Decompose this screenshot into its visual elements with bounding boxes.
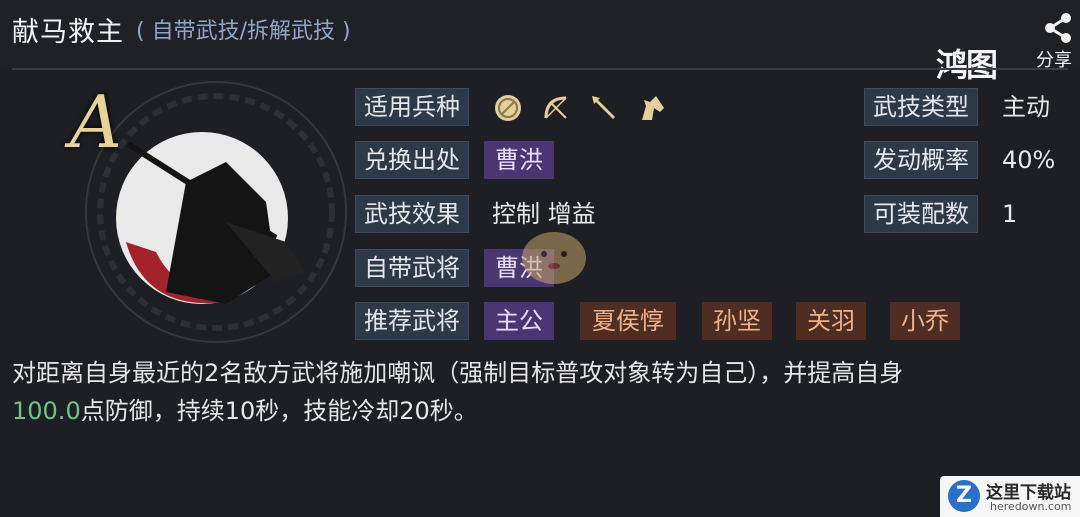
- recommended-general-tag[interactable]: 孙坚: [702, 302, 772, 340]
- watermark-brand: 鸿图: [936, 46, 998, 84]
- bow-icon: [544, 96, 567, 119]
- recommended-label: 推荐武将: [355, 302, 469, 340]
- defense-bonus-value: 100.0: [12, 397, 81, 425]
- skill-subtitle: ( 自带武技/拆解武技 ): [136, 19, 351, 44]
- trigger-rate-value: 40%: [1002, 146, 1056, 174]
- trigger-rate-label: 发动概率: [864, 141, 978, 179]
- effect-label: 武技效果: [355, 195, 469, 233]
- source-label: 兑换出处: [355, 141, 469, 179]
- skill-description: 对距离自身最近的2名敌方武将施加嘲讽（强制目标普攻对象转为自己），并提高自身 1…: [12, 354, 1062, 430]
- horse-icon: [642, 96, 664, 120]
- skill-type-value: 主动: [1002, 93, 1050, 121]
- site-logo[interactable]: Z 这里下载站 heredown.com: [940, 476, 1080, 517]
- recommended-general-tag[interactable]: 主公: [484, 302, 554, 340]
- shield-icon: [495, 95, 521, 121]
- source-general-tag[interactable]: 曹洪: [484, 141, 554, 179]
- recommended-general-tag[interactable]: 夏侯惇: [580, 302, 676, 340]
- site-url: heredown.com: [990, 500, 1072, 513]
- skill-grade: A: [70, 80, 122, 164]
- spear-icon: [592, 96, 616, 120]
- description-line-2-text: 点防御，持续10秒，技能冷却20秒。: [80, 397, 478, 425]
- mascot-watermark-icon: [522, 232, 586, 284]
- own-general-label: 自带武将: [355, 249, 469, 287]
- skill-type-label: 武技类型: [864, 88, 978, 126]
- z-logo-icon: Z: [948, 480, 980, 512]
- equip-count-value: 1: [1002, 200, 1018, 228]
- skill-title: 献马救主: [12, 17, 124, 48]
- header-divider: [12, 68, 1068, 70]
- recommended-general-tag[interactable]: 小乔: [890, 302, 960, 340]
- description-line-1: 对距离自身最近的2名敌方武将施加嘲讽（强制目标普攻对象转为自己），并提高自身: [12, 359, 904, 387]
- recommended-general-tag[interactable]: 关羽: [796, 302, 866, 340]
- equip-count-label: 可装配数: [864, 195, 978, 233]
- description-line-2: 100.0点防御，持续10秒，技能冷却20秒。: [12, 392, 1062, 430]
- share-icon[interactable]: [1040, 10, 1076, 46]
- unit-types-label: 适用兵种: [355, 88, 469, 126]
